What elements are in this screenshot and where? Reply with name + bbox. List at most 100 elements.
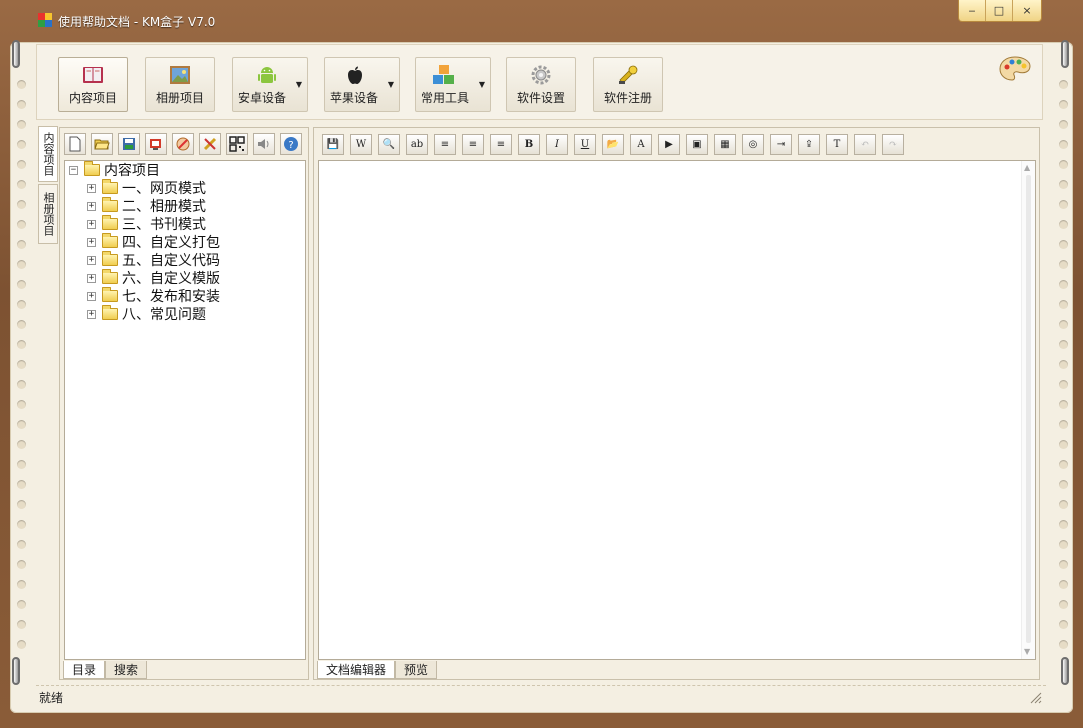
expand-icon[interactable]: + — [87, 255, 96, 265]
binder-hole-icon — [17, 620, 26, 629]
expand-icon[interactable]: + — [87, 291, 96, 301]
open-folder-button[interactable] — [91, 133, 113, 155]
tree-item[interactable]: + 一、网页模式 — [87, 179, 206, 197]
help-button[interactable]: ? — [280, 133, 302, 155]
common-tools-button[interactable]: 常用工具 ▼ — [415, 57, 491, 112]
image-button[interactable]: ▣ — [686, 134, 708, 155]
binder-hole-icon — [1059, 200, 1068, 209]
android-device-button[interactable]: 安卓设备 ▼ — [232, 57, 308, 112]
tab-document-editor-label: 文档编辑器 — [326, 663, 387, 677]
template-button[interactable]: T — [826, 134, 848, 155]
export-icon — [150, 139, 161, 150]
binder-hole-icon — [17, 120, 26, 129]
binder-hole-icon — [1059, 440, 1068, 449]
align-center-button[interactable]: ≡ — [462, 134, 484, 155]
font-color-button[interactable]: A — [630, 134, 652, 155]
svg-text:?: ? — [288, 140, 293, 151]
software-settings-button[interactable]: 软件设置 — [506, 57, 576, 112]
maximize-button[interactable]: □ — [986, 0, 1013, 21]
palette-icon[interactable] — [998, 55, 1032, 83]
tree-item[interactable]: + 六、自定义模版 — [87, 269, 220, 287]
expand-icon[interactable]: + — [87, 201, 96, 211]
export-button[interactable]: ⇪ — [798, 134, 820, 155]
side-tab-album[interactable]: 相册项目 — [38, 184, 58, 244]
tree-item[interactable]: + 五、自定义代码 — [87, 251, 220, 269]
close-button[interactable]: × — [1013, 0, 1041, 21]
album-project-button[interactable]: 相册项目 — [145, 57, 215, 112]
folder-icon — [102, 305, 118, 320]
binder-hole-icon — [1059, 280, 1068, 289]
content-project-button[interactable]: 内容项目 — [58, 57, 128, 112]
sound-button[interactable] — [253, 133, 275, 155]
import-button[interactable]: ⇥ — [770, 134, 792, 155]
tree-item-label: 四、自定义打包 — [122, 235, 220, 251]
binder-hole-icon — [1059, 360, 1068, 369]
save-button[interactable] — [118, 133, 140, 155]
link-button[interactable]: ◎ — [742, 134, 764, 155]
open-button[interactable]: 📂 — [602, 134, 624, 155]
binder-hole-icon — [1059, 240, 1068, 249]
binder-hole-icon — [17, 380, 26, 389]
tab-document-editor[interactable]: 文档编辑器 — [317, 661, 396, 679]
export-button[interactable] — [145, 133, 167, 155]
binder-hole-icon — [1059, 400, 1068, 409]
expand-icon[interactable]: + — [87, 219, 96, 229]
video-button[interactable]: ▶ — [658, 134, 680, 155]
tree-item[interactable]: + 四、自定义打包 — [87, 233, 220, 251]
table-button[interactable]: ▦ — [714, 134, 736, 155]
app-window: 使用帮助文档 - KM盒子 V7.0 ‒ □ × 内容项目 相册项目 安卓设备 … — [0, 0, 1083, 728]
tree-root[interactable]: − 内容项目 — [69, 161, 160, 179]
binder-hole-icon — [1059, 220, 1068, 229]
tree-item-label: 一、网页模式 — [122, 181, 206, 197]
italic-button[interactable]: I — [546, 134, 568, 155]
document-editor[interactable]: ▲ ▼ — [318, 160, 1036, 660]
status-bar: 就绪 — [36, 685, 1046, 707]
book-icon — [83, 67, 103, 83]
scroll-down-icon[interactable]: ▼ — [1024, 647, 1030, 656]
undo-button[interactable]: ↶ — [854, 134, 876, 155]
binder-hole-icon — [17, 600, 26, 609]
apple-icon — [348, 66, 362, 84]
save-button[interactable]: 💾 — [322, 134, 344, 155]
minimize-button[interactable]: ‒ — [959, 0, 986, 21]
redo-button[interactable]: ↷ — [882, 134, 904, 155]
align-right-button[interactable]: ≡ — [490, 134, 512, 155]
word-button[interactable]: W — [350, 134, 372, 155]
edit-button[interactable] — [172, 133, 194, 155]
tab-search[interactable]: 搜索 — [105, 661, 148, 679]
expand-icon[interactable]: + — [87, 237, 96, 247]
expand-icon[interactable]: + — [87, 309, 96, 319]
vertical-scrollbar[interactable]: ▲ ▼ — [1021, 161, 1035, 659]
image-icon: ▣ — [692, 139, 702, 150]
expand-icon[interactable]: + — [87, 183, 96, 193]
tools-button[interactable] — [199, 133, 221, 155]
underline-button[interactable]: U — [574, 134, 596, 155]
tree-item[interactable]: + 八、常见问题 — [87, 305, 206, 323]
software-register-button[interactable]: 软件注册 — [593, 57, 663, 112]
new-file-button[interactable] — [64, 133, 86, 155]
tree-item[interactable]: + 七、发布和安装 — [87, 287, 220, 305]
align-left-button[interactable]: ≡ — [434, 134, 456, 155]
bold-button[interactable]: B — [518, 134, 540, 155]
collapse-icon[interactable]: − — [69, 165, 78, 175]
word-icon: W — [355, 139, 367, 150]
resize-grip-icon[interactable] — [1028, 690, 1042, 704]
find-button[interactable]: 🔍 — [378, 134, 400, 155]
open-folder-icon — [94, 139, 110, 150]
binder-hole-icon — [17, 160, 26, 169]
scroll-track[interactable] — [1026, 175, 1031, 643]
tab-catalog[interactable]: 目录 — [63, 661, 106, 679]
tree-item[interactable]: + 二、相册模式 — [87, 197, 206, 215]
side-tab-content[interactable]: 内容项目 — [38, 126, 58, 182]
picture-icon — [170, 66, 190, 84]
qrcode-button[interactable] — [226, 133, 248, 155]
apple-device-button[interactable]: 苹果设备 ▼ — [324, 57, 400, 112]
expand-icon[interactable]: + — [87, 273, 96, 283]
new-file-icon — [69, 136, 81, 152]
software-settings-label: 软件设置 — [516, 91, 565, 105]
tab-preview[interactable]: 预览 — [395, 661, 438, 679]
tree-item[interactable]: + 三、书刊模式 — [87, 215, 206, 233]
binder-hole-icon — [1059, 420, 1068, 429]
spellcheck-button[interactable]: ab — [406, 134, 428, 155]
scroll-up-icon[interactable]: ▲ — [1024, 163, 1030, 172]
